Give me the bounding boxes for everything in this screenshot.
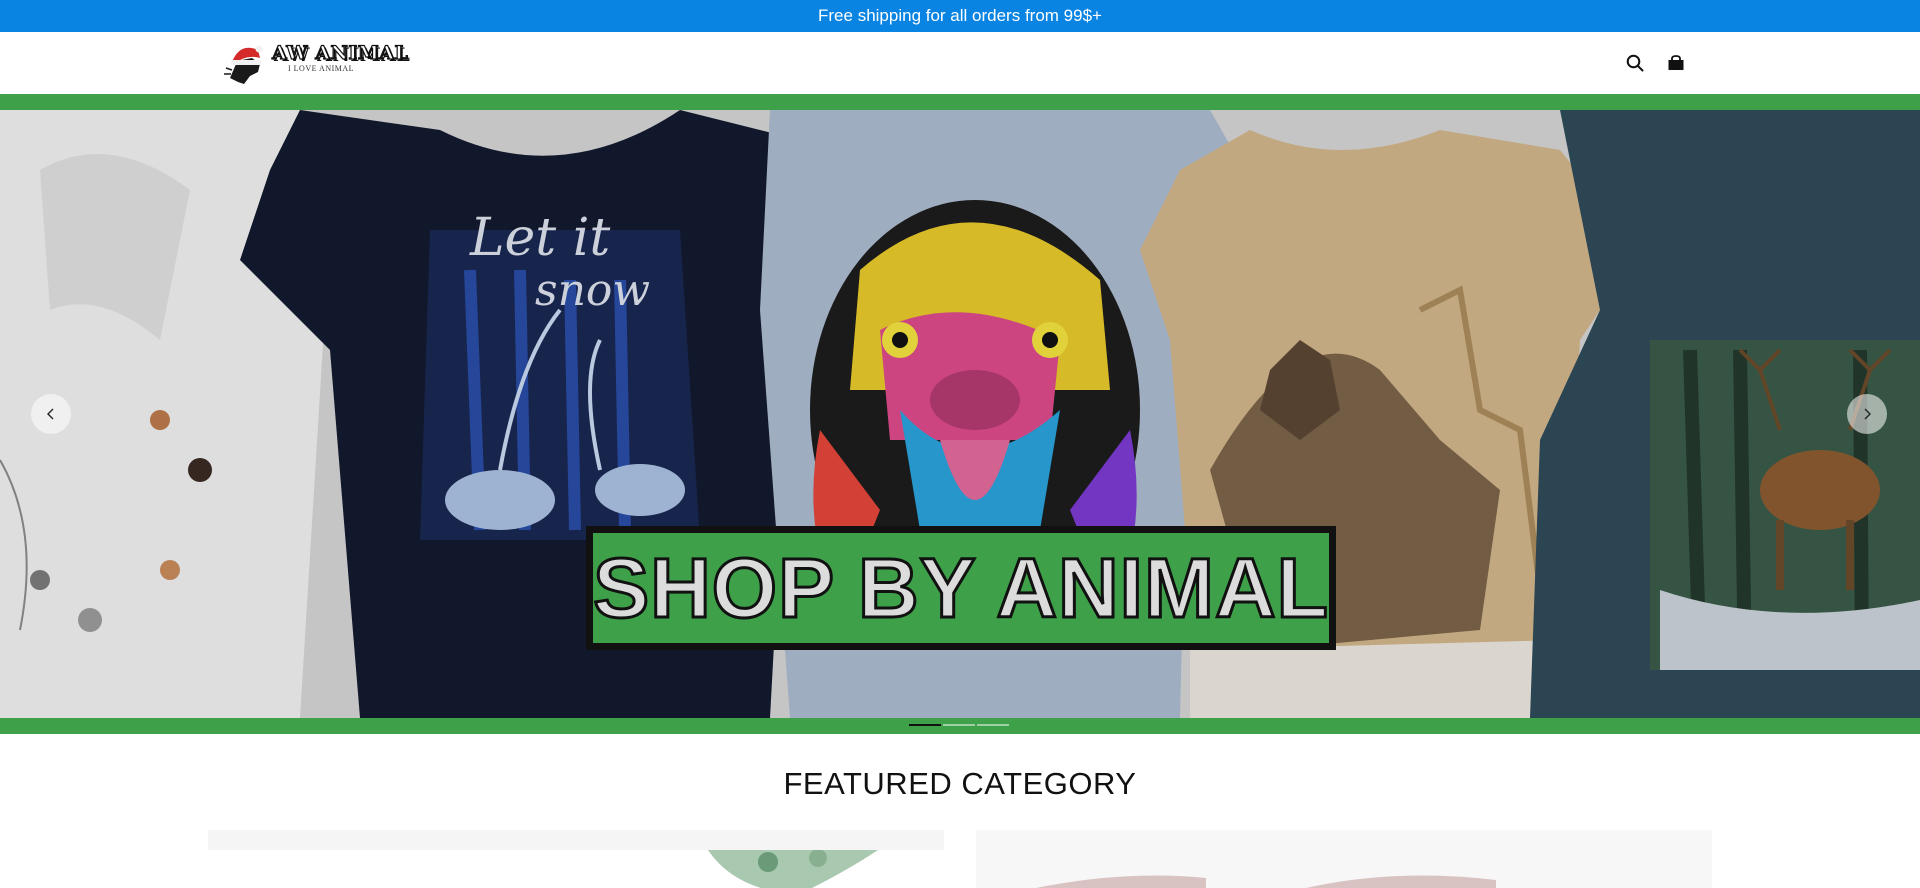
slide-dot-2[interactable] (943, 724, 975, 726)
search-icon[interactable] (1624, 52, 1646, 74)
category-card[interactable] (976, 830, 1712, 888)
featured-category-title: FEATURED CATEGORY (783, 766, 1137, 801)
announcement-text: Free shipping for all orders from 99$+ (818, 6, 1102, 25)
banner-text: SHOP BY ANIMAL (592, 539, 1330, 636)
site-header: AW ANIMAL I LOVE ANIMAL (0, 32, 1920, 94)
category-card[interactable] (208, 830, 944, 888)
chevron-right-icon (1864, 408, 1871, 420)
slide-dot-1[interactable] (909, 724, 941, 726)
slide-prev-button[interactable] (31, 394, 71, 434)
cart-icon[interactable] (1665, 52, 1687, 74)
announcement-bar: Free shipping for all orders from 99$+ (0, 0, 1920, 32)
shop-by-animal-banner[interactable]: SHOP BY ANIMAL (586, 526, 1336, 650)
slide-dots (909, 724, 1009, 727)
slide-next-button[interactable] (1847, 394, 1887, 434)
category-card-image (208, 849, 944, 888)
logo-animal-icon (224, 45, 263, 84)
chevron-left-icon (47, 408, 54, 420)
category-card-image (1036, 875, 1496, 888)
hero-slideshow: Let it snow SHOP BY ANIMAL (0, 94, 1920, 734)
logo-tagline: I LOVE ANIMAL (288, 64, 355, 73)
slide-dot-3[interactable] (977, 724, 1009, 726)
logo-wordmark: AW ANIMAL (271, 41, 409, 64)
site-logo[interactable]: AW ANIMAL I LOVE ANIMAL (222, 38, 408, 88)
